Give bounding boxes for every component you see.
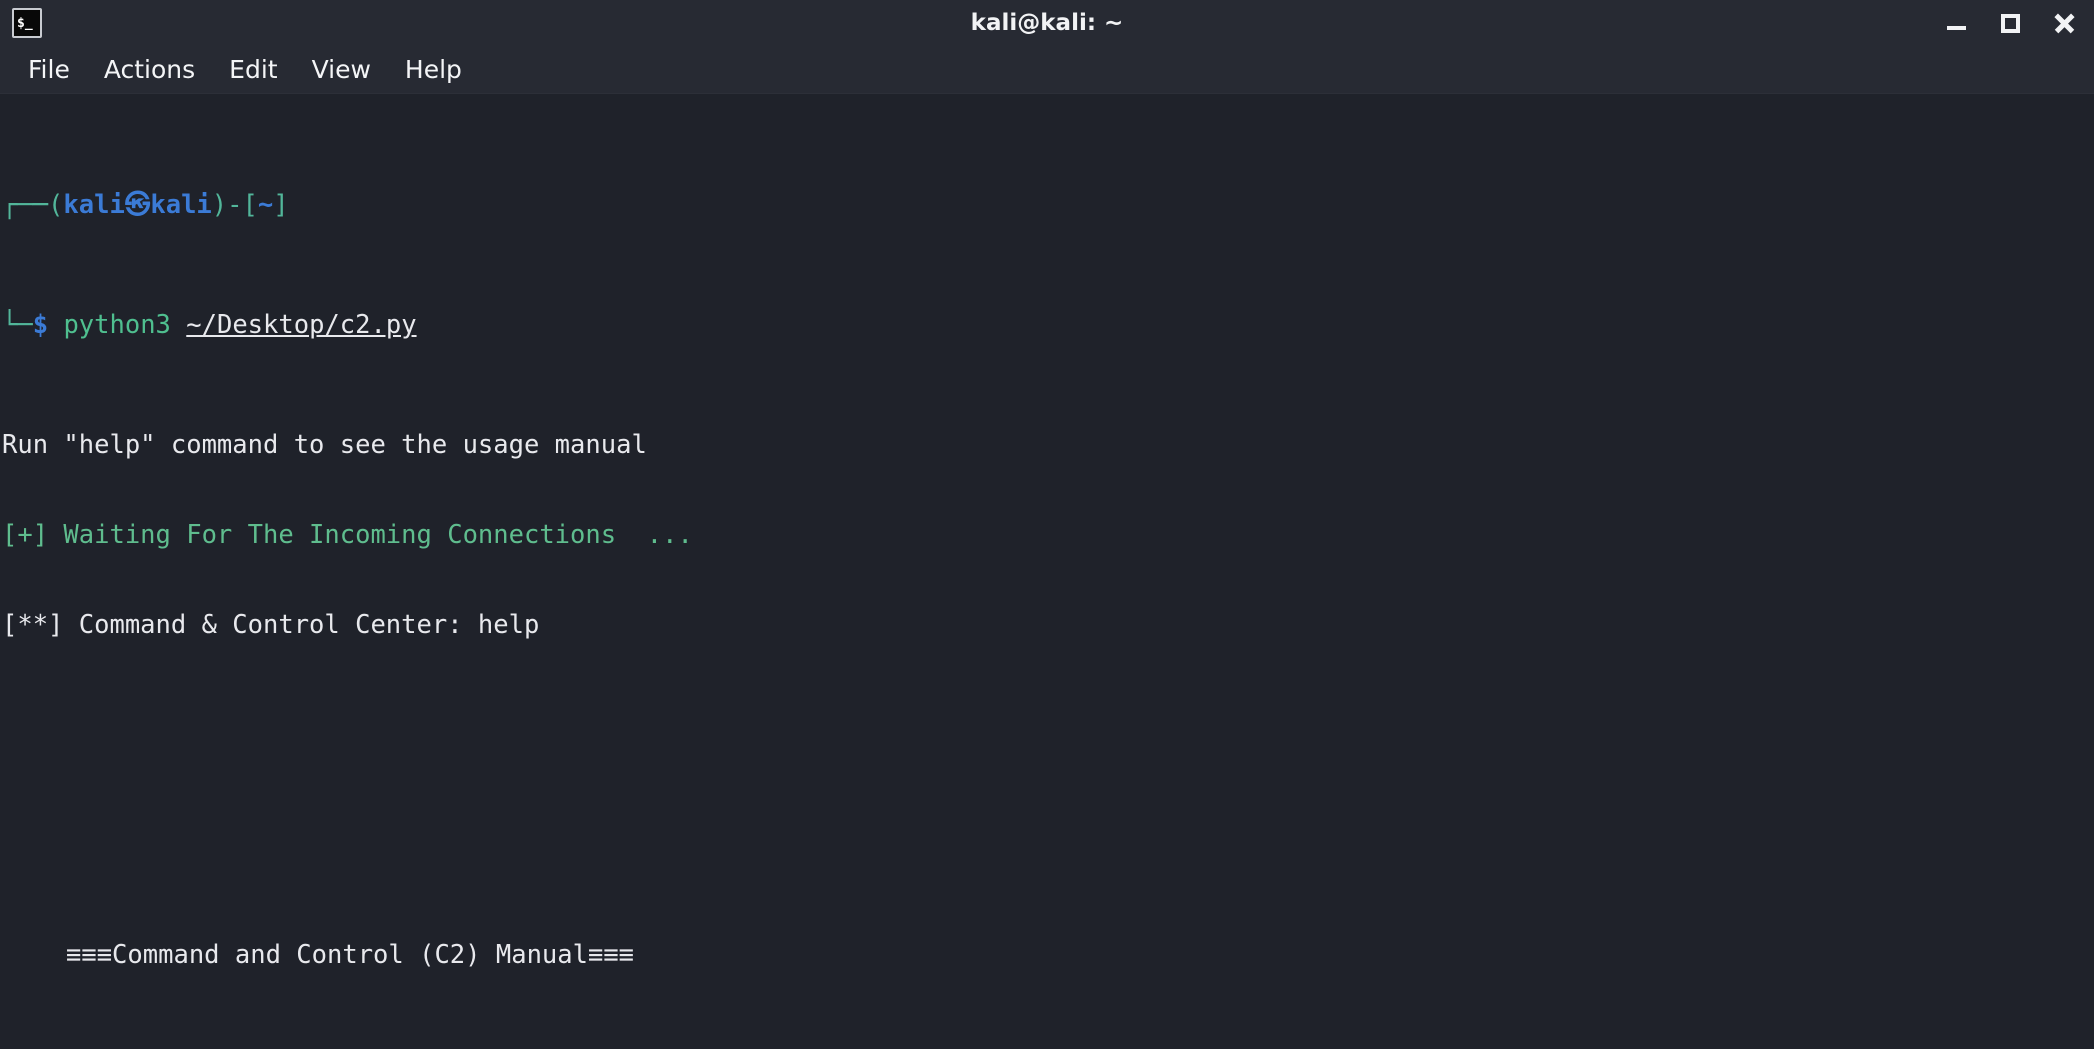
- prompt-at-icon: ㉿: [124, 190, 151, 220]
- close-icon: [2052, 11, 2076, 35]
- minimize-icon: [1946, 26, 1966, 30]
- command-argument-path: ~/Desktop/c2.py: [186, 310, 417, 340]
- prompt-frame-bottom: └─: [2, 310, 33, 340]
- window-controls: [1942, 0, 2078, 46]
- terminal-icon: $_: [12, 8, 42, 38]
- menu-item-actions[interactable]: Actions: [92, 53, 207, 86]
- menu-item-edit[interactable]: Edit: [217, 53, 289, 86]
- shell-prompt-line-2: └─$ python3 ~/Desktop/c2.py: [2, 310, 2094, 340]
- maximize-button[interactable]: [1996, 9, 2024, 37]
- manual-heading: ≡≡≡Command and Control (C2) Manual≡≡≡: [66, 940, 635, 970]
- terminal-window: $_ kali@kali: ~ File Actions Edit View H…: [0, 0, 2094, 1049]
- menu-bar: File Actions Edit View Help: [0, 46, 2094, 94]
- menu-item-help[interactable]: Help: [393, 53, 474, 86]
- prompt-frame-mid: )-[: [211, 190, 258, 220]
- close-button[interactable]: [2050, 9, 2078, 37]
- prompt-path: ~: [257, 190, 274, 220]
- prompt-space-2: [171, 310, 186, 340]
- menu-item-view[interactable]: View: [300, 53, 383, 86]
- output-help-echo: [**] Command & Control Center: help: [2, 610, 540, 640]
- prompt-host: kali: [150, 190, 212, 220]
- output-run-help: Run "help" command to see the usage manu…: [2, 430, 647, 460]
- maximize-icon: [2000, 13, 2020, 33]
- prompt-space-1: [48, 310, 63, 340]
- command-name: python3: [63, 310, 171, 340]
- minimize-button[interactable]: [1942, 9, 1970, 37]
- terminal-output-area[interactable]: ┌──(kali㉿kali)-[~] └─$ python3 ~/Desktop…: [0, 94, 2094, 1049]
- output-waiting-connections: [+] Waiting For The Incoming Connections…: [2, 520, 693, 550]
- prompt-frame-top: ┌──(: [2, 190, 64, 220]
- menu-item-file[interactable]: File: [16, 53, 82, 86]
- title-bar: $_ kali@kali: ~: [0, 0, 2094, 46]
- window-title: kali@kali: ~: [970, 10, 1124, 36]
- prompt-user: kali: [63, 190, 125, 220]
- prompt-dollar-sign: $: [32, 310, 49, 340]
- prompt-frame-end: ]: [273, 190, 289, 220]
- shell-prompt-line-1: ┌──(kali㉿kali)-[~]: [2, 190, 2094, 220]
